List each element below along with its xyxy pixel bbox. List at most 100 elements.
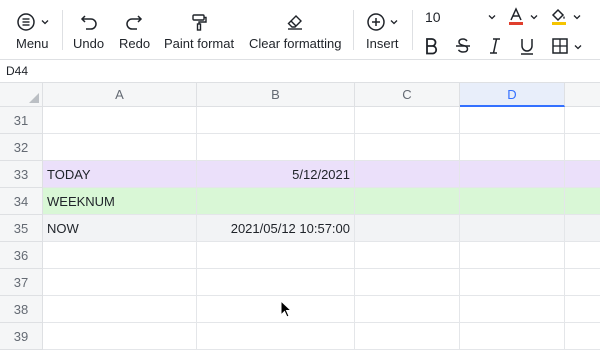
cell-c35[interactable] — [355, 215, 460, 242]
undo-button[interactable]: Undo — [72, 0, 106, 60]
font-size-select[interactable]: 10 — [425, 9, 441, 25]
row-header[interactable]: 36 — [0, 242, 43, 269]
menu-label: Menu — [16, 36, 49, 51]
fill-color-button[interactable] — [549, 6, 585, 28]
cell-c32[interactable] — [355, 134, 460, 161]
menu-button[interactable]: Menu — [14, 0, 54, 60]
row-header[interactable]: 33 — [0, 161, 43, 188]
column-header-e[interactable] — [565, 83, 600, 107]
strikethrough-icon[interactable] — [453, 36, 473, 56]
cell-c39[interactable] — [355, 323, 460, 350]
select-all-corner[interactable] — [0, 83, 43, 107]
chevron-down-icon[interactable] — [487, 12, 497, 22]
cell-e33[interactable] — [565, 161, 600, 188]
chevron-down-icon — [41, 20, 49, 25]
cell-a37[interactable] — [43, 269, 197, 296]
column-header-c[interactable]: C — [355, 83, 460, 107]
redo-label: Redo — [119, 36, 151, 51]
cell-b34[interactable] — [197, 188, 355, 215]
spreadsheet-grid: A B C D 31 32 33 TODAY 5/12/2021 34 WEEK… — [0, 83, 600, 350]
cell-d39[interactable] — [460, 323, 565, 350]
underline-icon[interactable] — [517, 36, 537, 56]
cell-e32[interactable] — [565, 134, 600, 161]
row-header[interactable]: 32 — [0, 134, 43, 161]
cell-c36[interactable] — [355, 242, 460, 269]
cell-d36[interactable] — [460, 242, 565, 269]
borders-icon[interactable] — [550, 36, 570, 56]
toolbar-divider — [353, 10, 354, 50]
undo-label: Undo — [73, 36, 105, 51]
toolbar: Menu Undo Redo Paint format Clear format… — [0, 0, 600, 60]
cell-a35[interactable]: NOW — [43, 215, 197, 242]
corner-triangle-icon — [29, 93, 39, 103]
clear-formatting-button[interactable]: Clear formatting — [248, 0, 343, 60]
chevron-down-icon — [573, 15, 581, 20]
cell-d31[interactable] — [460, 107, 565, 134]
cell-b36[interactable] — [197, 242, 355, 269]
italic-icon[interactable] — [485, 36, 505, 56]
cell-b38[interactable] — [197, 296, 355, 323]
insert-label: Insert — [366, 36, 399, 51]
redo-icon — [126, 15, 143, 30]
cell-b33[interactable]: 5/12/2021 — [197, 161, 355, 188]
row-header[interactable]: 35 — [0, 215, 43, 242]
column-header-d[interactable]: D — [460, 83, 565, 107]
cell-d32[interactable] — [460, 134, 565, 161]
cell-c38[interactable] — [355, 296, 460, 323]
undo-icon — [80, 15, 97, 30]
cell-b32[interactable] — [197, 134, 355, 161]
column-header-b[interactable]: B — [197, 83, 355, 107]
cell-d34[interactable] — [460, 188, 565, 215]
insert-button[interactable]: Insert — [364, 0, 404, 60]
column-header-a[interactable]: A — [43, 83, 197, 107]
toolbar-divider — [412, 10, 413, 50]
cell-e36[interactable] — [565, 242, 600, 269]
paint-bucket-icon — [551, 8, 566, 25]
row-header[interactable]: 34 — [0, 188, 43, 215]
row-header[interactable]: 31 — [0, 107, 43, 134]
cell-c33[interactable] — [355, 161, 460, 188]
row-header[interactable]: 38 — [0, 296, 43, 323]
formula-bar: D44 — [0, 60, 600, 83]
cell-b31[interactable] — [197, 107, 355, 134]
cell-d37[interactable] — [460, 269, 565, 296]
cell-e39[interactable] — [565, 323, 600, 350]
cell-b39[interactable] — [197, 323, 355, 350]
chevron-down-icon[interactable] — [573, 42, 583, 52]
menu-icon — [17, 13, 35, 31]
cell-e37[interactable] — [565, 269, 600, 296]
paint-format-button[interactable]: Paint format — [163, 0, 235, 60]
row-header[interactable]: 39 — [0, 323, 43, 350]
cell-a36[interactable] — [43, 242, 197, 269]
cell-e31[interactable] — [565, 107, 600, 134]
bold-icon[interactable] — [421, 36, 441, 56]
cell-a38[interactable] — [43, 296, 197, 323]
font-color-icon — [509, 7, 523, 25]
cell-a39[interactable] — [43, 323, 197, 350]
cell-a33[interactable]: TODAY — [43, 161, 197, 188]
mouse-pointer-icon — [280, 300, 293, 318]
cell-e34[interactable] — [565, 188, 600, 215]
chevron-down-icon — [530, 15, 538, 20]
cell-a34[interactable]: WEEKNUM — [43, 188, 197, 215]
cell-a31[interactable] — [43, 107, 197, 134]
cell-c34[interactable] — [355, 188, 460, 215]
cell-b35[interactable]: 2021/05/12 10:57:00 — [197, 215, 355, 242]
eraser-icon — [287, 15, 302, 30]
plus-circle-icon — [367, 13, 385, 31]
cell-e35[interactable] — [565, 215, 600, 242]
cell-e38[interactable] — [565, 296, 600, 323]
name-box[interactable]: D44 — [6, 64, 28, 78]
toolbar-divider — [62, 10, 63, 50]
cell-d38[interactable] — [460, 296, 565, 323]
cell-b37[interactable] — [197, 269, 355, 296]
cell-a32[interactable] — [43, 134, 197, 161]
clear-formatting-label: Clear formatting — [249, 36, 342, 51]
cell-d35[interactable] — [460, 215, 565, 242]
row-header[interactable]: 37 — [0, 269, 43, 296]
redo-button[interactable]: Redo — [118, 0, 152, 60]
cell-d33[interactable] — [460, 161, 565, 188]
cell-c31[interactable] — [355, 107, 460, 134]
font-color-button[interactable] — [506, 6, 542, 28]
cell-c37[interactable] — [355, 269, 460, 296]
